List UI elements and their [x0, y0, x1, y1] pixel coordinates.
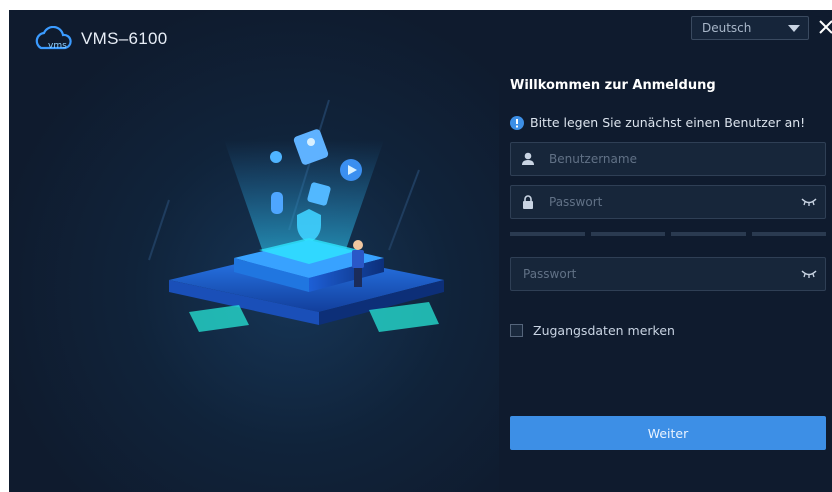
confirm-password-input[interactable]: [523, 258, 753, 290]
remember-label: Zugangsdaten merken: [533, 323, 675, 338]
username-field[interactable]: [510, 142, 826, 176]
login-window: vms VMS–6100 Deutsch Willkommen zur Anme…: [9, 10, 832, 492]
eye-closed-icon[interactable]: [801, 197, 817, 207]
strength-segment: [751, 232, 826, 236]
eye-closed-icon[interactable]: [801, 269, 817, 279]
strength-segment: [671, 232, 746, 236]
password-strength-bar: [510, 232, 826, 236]
strength-segment: [590, 232, 665, 236]
continue-button[interactable]: Weiter: [510, 416, 826, 450]
welcome-heading: Willkommen zur Anmeldung: [510, 78, 716, 93]
svg-text:vms: vms: [48, 41, 67, 51]
remember-checkbox[interactable]: [510, 324, 523, 337]
password-field[interactable]: [510, 185, 826, 219]
security-platform-illustration: [148, 99, 444, 332]
username-input[interactable]: [549, 143, 779, 175]
hint-text: Bitte legen Sie zunächst einen Benutzer …: [530, 115, 806, 130]
info-circle-icon: [510, 115, 524, 130]
lock-icon: [523, 195, 533, 209]
password-input[interactable]: [549, 186, 779, 218]
app-title: VMS–6100: [81, 29, 168, 48]
remember-credentials[interactable]: Zugangsdaten merken: [510, 323, 675, 338]
confirm-password-field[interactable]: [510, 257, 826, 291]
strength-segment: [510, 232, 585, 236]
cloud-logo-icon: vms: [35, 26, 72, 51]
login-form: Willkommen zur Anmeldung Bitte legen Sie…: [510, 10, 832, 492]
user-icon: [522, 152, 534, 165]
hint-message: Bitte legen Sie zunächst einen Benutzer …: [510, 115, 805, 130]
